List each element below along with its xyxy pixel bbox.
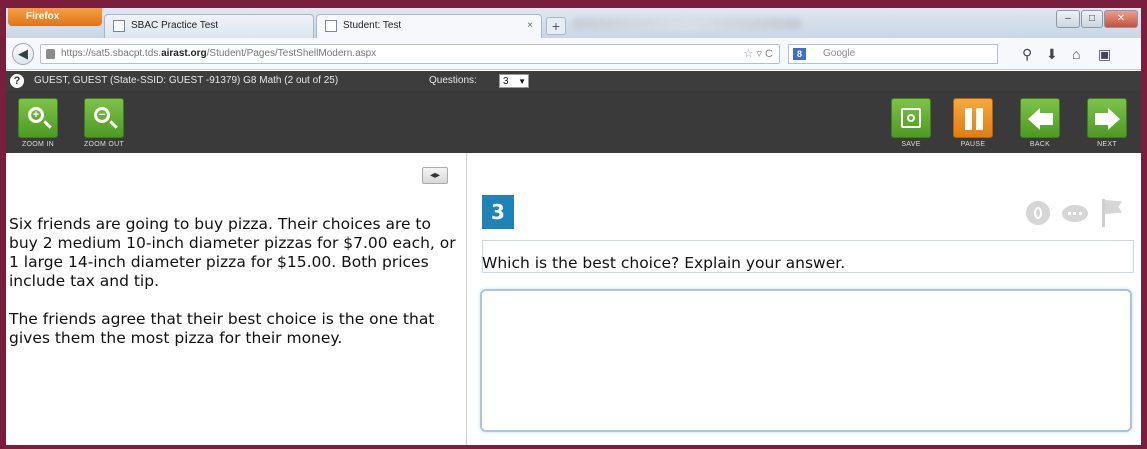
tab-sbac-practice-test[interactable]: SBAC Practice Test: [104, 14, 314, 38]
student-info-bar: ? GUEST, GUEST (State-SSID: GUEST -91379…: [6, 71, 1141, 91]
save-label: SAVE: [901, 141, 921, 148]
question-select[interactable]: 3 ▼: [499, 74, 529, 88]
passage-text: Six friends are going to buy pizza. Thei…: [9, 215, 457, 367]
close-tab-icon[interactable]: ×: [527, 15, 533, 37]
back-button[interactable]: [1020, 98, 1060, 138]
answer-textarea[interactable]: [480, 289, 1132, 432]
passage-paragraph: The friends agree that their best choice…: [9, 310, 435, 347]
student-info: GUEST, GUEST (State-SSID: GUEST -91379) …: [34, 75, 339, 86]
bookmark-reload-icons[interactable]: ☆ ▿ C: [744, 45, 773, 63]
next-button[interactable]: [1087, 98, 1127, 138]
menu-icon[interactable]: ▣: [1098, 46, 1111, 63]
browser-back-icon[interactable]: ◀: [12, 43, 34, 65]
chevron-down-icon: ▼: [518, 77, 526, 86]
zoom-in-button[interactable]: +: [18, 98, 58, 138]
firefox-menu-button[interactable]: Firefox: [8, 8, 102, 26]
tab-label: Student: Test: [343, 20, 402, 31]
url-domain: airast.org: [161, 48, 207, 59]
question-number: 3: [482, 195, 514, 229]
page-icon: [325, 20, 337, 32]
minimize-button[interactable]: –: [1056, 10, 1080, 28]
home-icon[interactable]: ⌂: [1072, 46, 1080, 62]
safe-icon: [901, 108, 921, 128]
search-placeholder: Google: [823, 48, 856, 59]
save-button[interactable]: [891, 98, 931, 138]
flag-icon[interactable]: [1102, 199, 1124, 227]
download-icon[interactable]: ⬇: [1046, 46, 1058, 63]
lock-icon: [46, 49, 55, 59]
test-toolbar: + ZOOM IN − ZOOM OUT SAVE PAUSE BACK NEX…: [6, 91, 1141, 153]
magnifier-icon[interactable]: ⚲: [1022, 46, 1032, 63]
zoom-out-button[interactable]: −: [84, 98, 124, 138]
tts-icon[interactable]: [1026, 201, 1050, 225]
back-label: BACK: [1029, 141, 1051, 148]
pause-button[interactable]: [953, 98, 993, 138]
tab-strip: Firefox SBAC Practice Test Student: Test…: [6, 8, 1141, 38]
question-text: Which is the best choice? Explain your a…: [482, 254, 846, 272]
help-icon[interactable]: ?: [10, 74, 24, 88]
pause-icon-bar: [976, 108, 983, 130]
zoom-in-icon: +: [28, 107, 44, 123]
comment-icon[interactable]: [1062, 205, 1088, 222]
passage-paragraph: Six friends are going to buy pizza. Thei…: [9, 215, 456, 290]
close-window-button[interactable]: ✕: [1104, 10, 1138, 28]
zoom-out-label: ZOOM OUT: [83, 141, 125, 148]
zoom-in-label: ZOOM IN: [21, 141, 55, 148]
window-frame: Firefox SBAC Practice Test Student: Test…: [0, 0, 1147, 449]
url-prefix: https://sat5.sbacpt.tds.: [61, 48, 162, 59]
expand-passage-button[interactable]: ◂▸: [422, 167, 448, 184]
pause-label: PAUSE: [960, 141, 986, 148]
navigation-bar: ◀ https://sat5.sbacpt.tds.airast.org/Stu…: [6, 38, 1141, 70]
questions-label: Questions:: [429, 75, 477, 86]
url-path: /Student/Pages/TestShellModern.aspx: [206, 48, 377, 59]
pause-icon: [965, 108, 972, 130]
browser-window: Firefox SBAC Practice Test Student: Test…: [6, 8, 1141, 445]
pane-divider[interactable]: [466, 153, 467, 445]
search-box[interactable]: 8 Google: [788, 44, 998, 64]
tab-label: SBAC Practice Test: [131, 20, 219, 31]
arrow-right-icon: [1108, 108, 1120, 130]
next-label: NEXT: [1097, 141, 1117, 148]
search-engine-icon[interactable]: 8: [793, 48, 806, 60]
blurred-tab-title: [572, 18, 802, 30]
test-content: ◂▸ Six friends are going to buy pizza. T…: [6, 153, 1141, 445]
maximize-button[interactable]: □: [1081, 10, 1103, 28]
address-bar[interactable]: https://sat5.sbacpt.tds.airast.org/Stude…: [40, 44, 780, 64]
question-select-value: 3: [503, 76, 509, 87]
new-tab-button[interactable]: +: [546, 17, 566, 35]
zoom-out-icon: −: [94, 107, 110, 123]
page-icon: [113, 20, 125, 32]
tab-student-test[interactable]: Student: Test ×: [316, 14, 542, 38]
